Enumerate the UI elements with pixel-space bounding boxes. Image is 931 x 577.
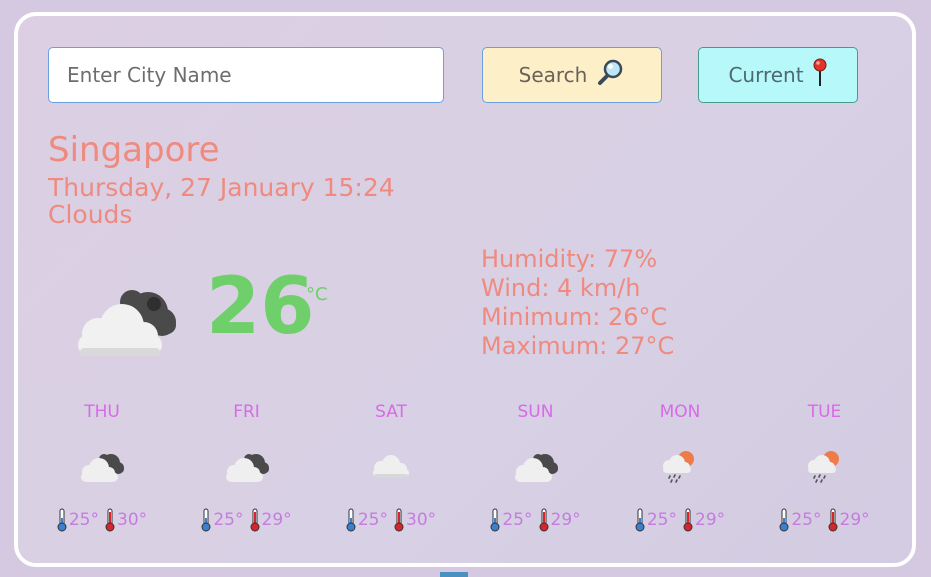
forecast-day-name: FRI — [233, 402, 260, 422]
forecast-min-temp: 25° — [502, 510, 533, 530]
forecast-temps: 25° 30° — [30, 508, 174, 532]
thermometer-cold-icon — [490, 508, 500, 532]
minimum-temperature: Minimum: 26°C — [481, 303, 668, 331]
cloudy-icon — [70, 282, 180, 362]
forecast-max-temp: 30° — [117, 510, 148, 530]
cloud-icon — [319, 436, 463, 496]
magnifier-icon — [595, 58, 625, 93]
maximum-temperature: Maximum: 27°C — [481, 332, 675, 360]
search-button-label: Search — [518, 63, 588, 87]
scroll-indicator[interactable] — [440, 572, 468, 577]
forecast-day: SUN 25° 29° — [464, 400, 608, 532]
thermometer-hot-icon — [105, 508, 115, 532]
forecast-min-temp: 25° — [791, 510, 822, 530]
forecast-day: TUE 25° 29° — [753, 400, 897, 532]
thermometer-cold-icon — [57, 508, 67, 532]
rain-sun-icon — [608, 436, 752, 496]
forecast-day: THU 25° 30° — [30, 400, 174, 532]
date-time: Thursday, 27 January 15:24 — [48, 173, 395, 202]
wind: Wind: 4 km/h — [481, 274, 641, 302]
city-search-input[interactable] — [48, 47, 444, 103]
thermometer-hot-icon — [683, 508, 693, 532]
forecast-row: THU 25° 30° FRI 25° 29° SAT 25° 30° SUN 25° 29° MON 2… — [30, 400, 897, 532]
forecast-day: FRI 25° 29° — [175, 400, 319, 532]
cloudy-icon — [30, 436, 174, 496]
forecast-day-name: THU — [84, 402, 120, 422]
forecast-temps: 25° 29° — [175, 508, 319, 532]
forecast-max-temp: 29° — [550, 510, 581, 530]
forecast-day-name: SUN — [517, 402, 554, 422]
thermometer-cold-icon — [201, 508, 211, 532]
forecast-temps: 25° 30° — [319, 508, 463, 532]
forecast-max-temp: 29° — [839, 510, 870, 530]
forecast-max-temp: 29° — [261, 510, 292, 530]
forecast-min-temp: 25° — [213, 510, 244, 530]
forecast-day: SAT 25° 30° — [319, 400, 463, 532]
forecast-temps: 25° 29° — [608, 508, 752, 532]
current-button-label: Current — [728, 63, 804, 87]
forecast-max-temp: 29° — [695, 510, 726, 530]
forecast-min-temp: 25° — [68, 510, 99, 530]
current-temperature: 26 — [206, 262, 315, 352]
thermometer-cold-icon — [346, 508, 356, 532]
forecast-min-temp: 25° — [357, 510, 388, 530]
current-location-button[interactable]: Current — [698, 47, 858, 103]
search-button[interactable]: Search — [482, 47, 662, 103]
forecast-temps: 25° 29° — [753, 508, 897, 532]
forecast-day-name: MON — [659, 402, 701, 422]
weather-details: Humidity: 77% Wind: 4 km/h Minimum: 26°C… — [481, 245, 674, 361]
forecast-max-temp: 30° — [406, 510, 437, 530]
forecast-temps: 25° 29° — [464, 508, 608, 532]
cloudy-icon — [464, 436, 608, 496]
forecast-min-temp: 25° — [646, 510, 677, 530]
thermometer-hot-icon — [539, 508, 549, 532]
forecast-day-name: SAT — [375, 402, 407, 422]
thermometer-cold-icon — [779, 508, 789, 532]
forecast-day-name: TUE — [807, 402, 842, 422]
temperature-unit: °C — [306, 284, 328, 305]
rain-sun-icon — [753, 436, 897, 496]
weather-condition: Clouds — [48, 200, 133, 229]
pushpin-icon — [812, 58, 828, 93]
cloudy-icon — [175, 436, 319, 496]
city-name: Singapore — [48, 130, 220, 170]
humidity: Humidity: 77% — [481, 245, 658, 273]
forecast-day: MON 25° 29° — [608, 400, 752, 532]
thermometer-cold-icon — [635, 508, 645, 532]
thermometer-hot-icon — [250, 508, 260, 532]
thermometer-hot-icon — [394, 508, 404, 532]
thermometer-hot-icon — [828, 508, 838, 532]
